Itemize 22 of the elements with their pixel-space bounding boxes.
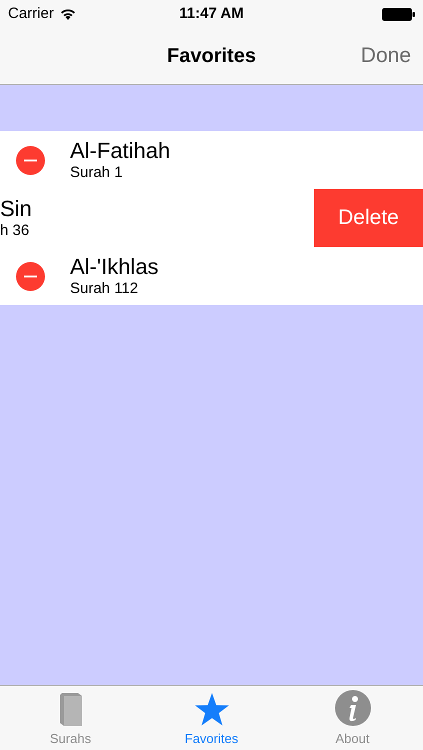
- tab-label: Surahs: [50, 730, 92, 748]
- wifi-icon: [60, 8, 76, 20]
- surah-name: Al-Fatihah: [70, 138, 170, 164]
- tab-item[interactable]: Favorites: [141, 686, 282, 750]
- tab-label: About: [336, 730, 370, 748]
- surah-name: Al-'Ikhlas: [70, 254, 159, 280]
- delete-control-icon[interactable]: [16, 146, 45, 174]
- delete-control-icon[interactable]: [16, 262, 45, 290]
- done-button[interactable]: Done: [360, 40, 411, 72]
- surah-number: h 36: [0, 222, 30, 240]
- surah-name: Sin: [0, 196, 32, 222]
- carrier-label: Carrier: [8, 4, 54, 24]
- delete-button[interactable]: Delete: [314, 189, 423, 247]
- clock-label: 11:47 AM: [179, 4, 244, 24]
- surah-number: Surah 112: [70, 280, 140, 298]
- favorite-row[interactable]: Sin h 36 Delete: [0, 189, 423, 247]
- tab-item[interactable]: Surahs: [0, 686, 141, 750]
- tab-item[interactable]: About: [282, 686, 423, 750]
- screen-title: Favorites: [167, 44, 256, 69]
- tab-label: Favorites: [184, 730, 238, 748]
- battery-icon: [382, 8, 415, 20]
- surah-number: Surah 1: [70, 164, 124, 182]
